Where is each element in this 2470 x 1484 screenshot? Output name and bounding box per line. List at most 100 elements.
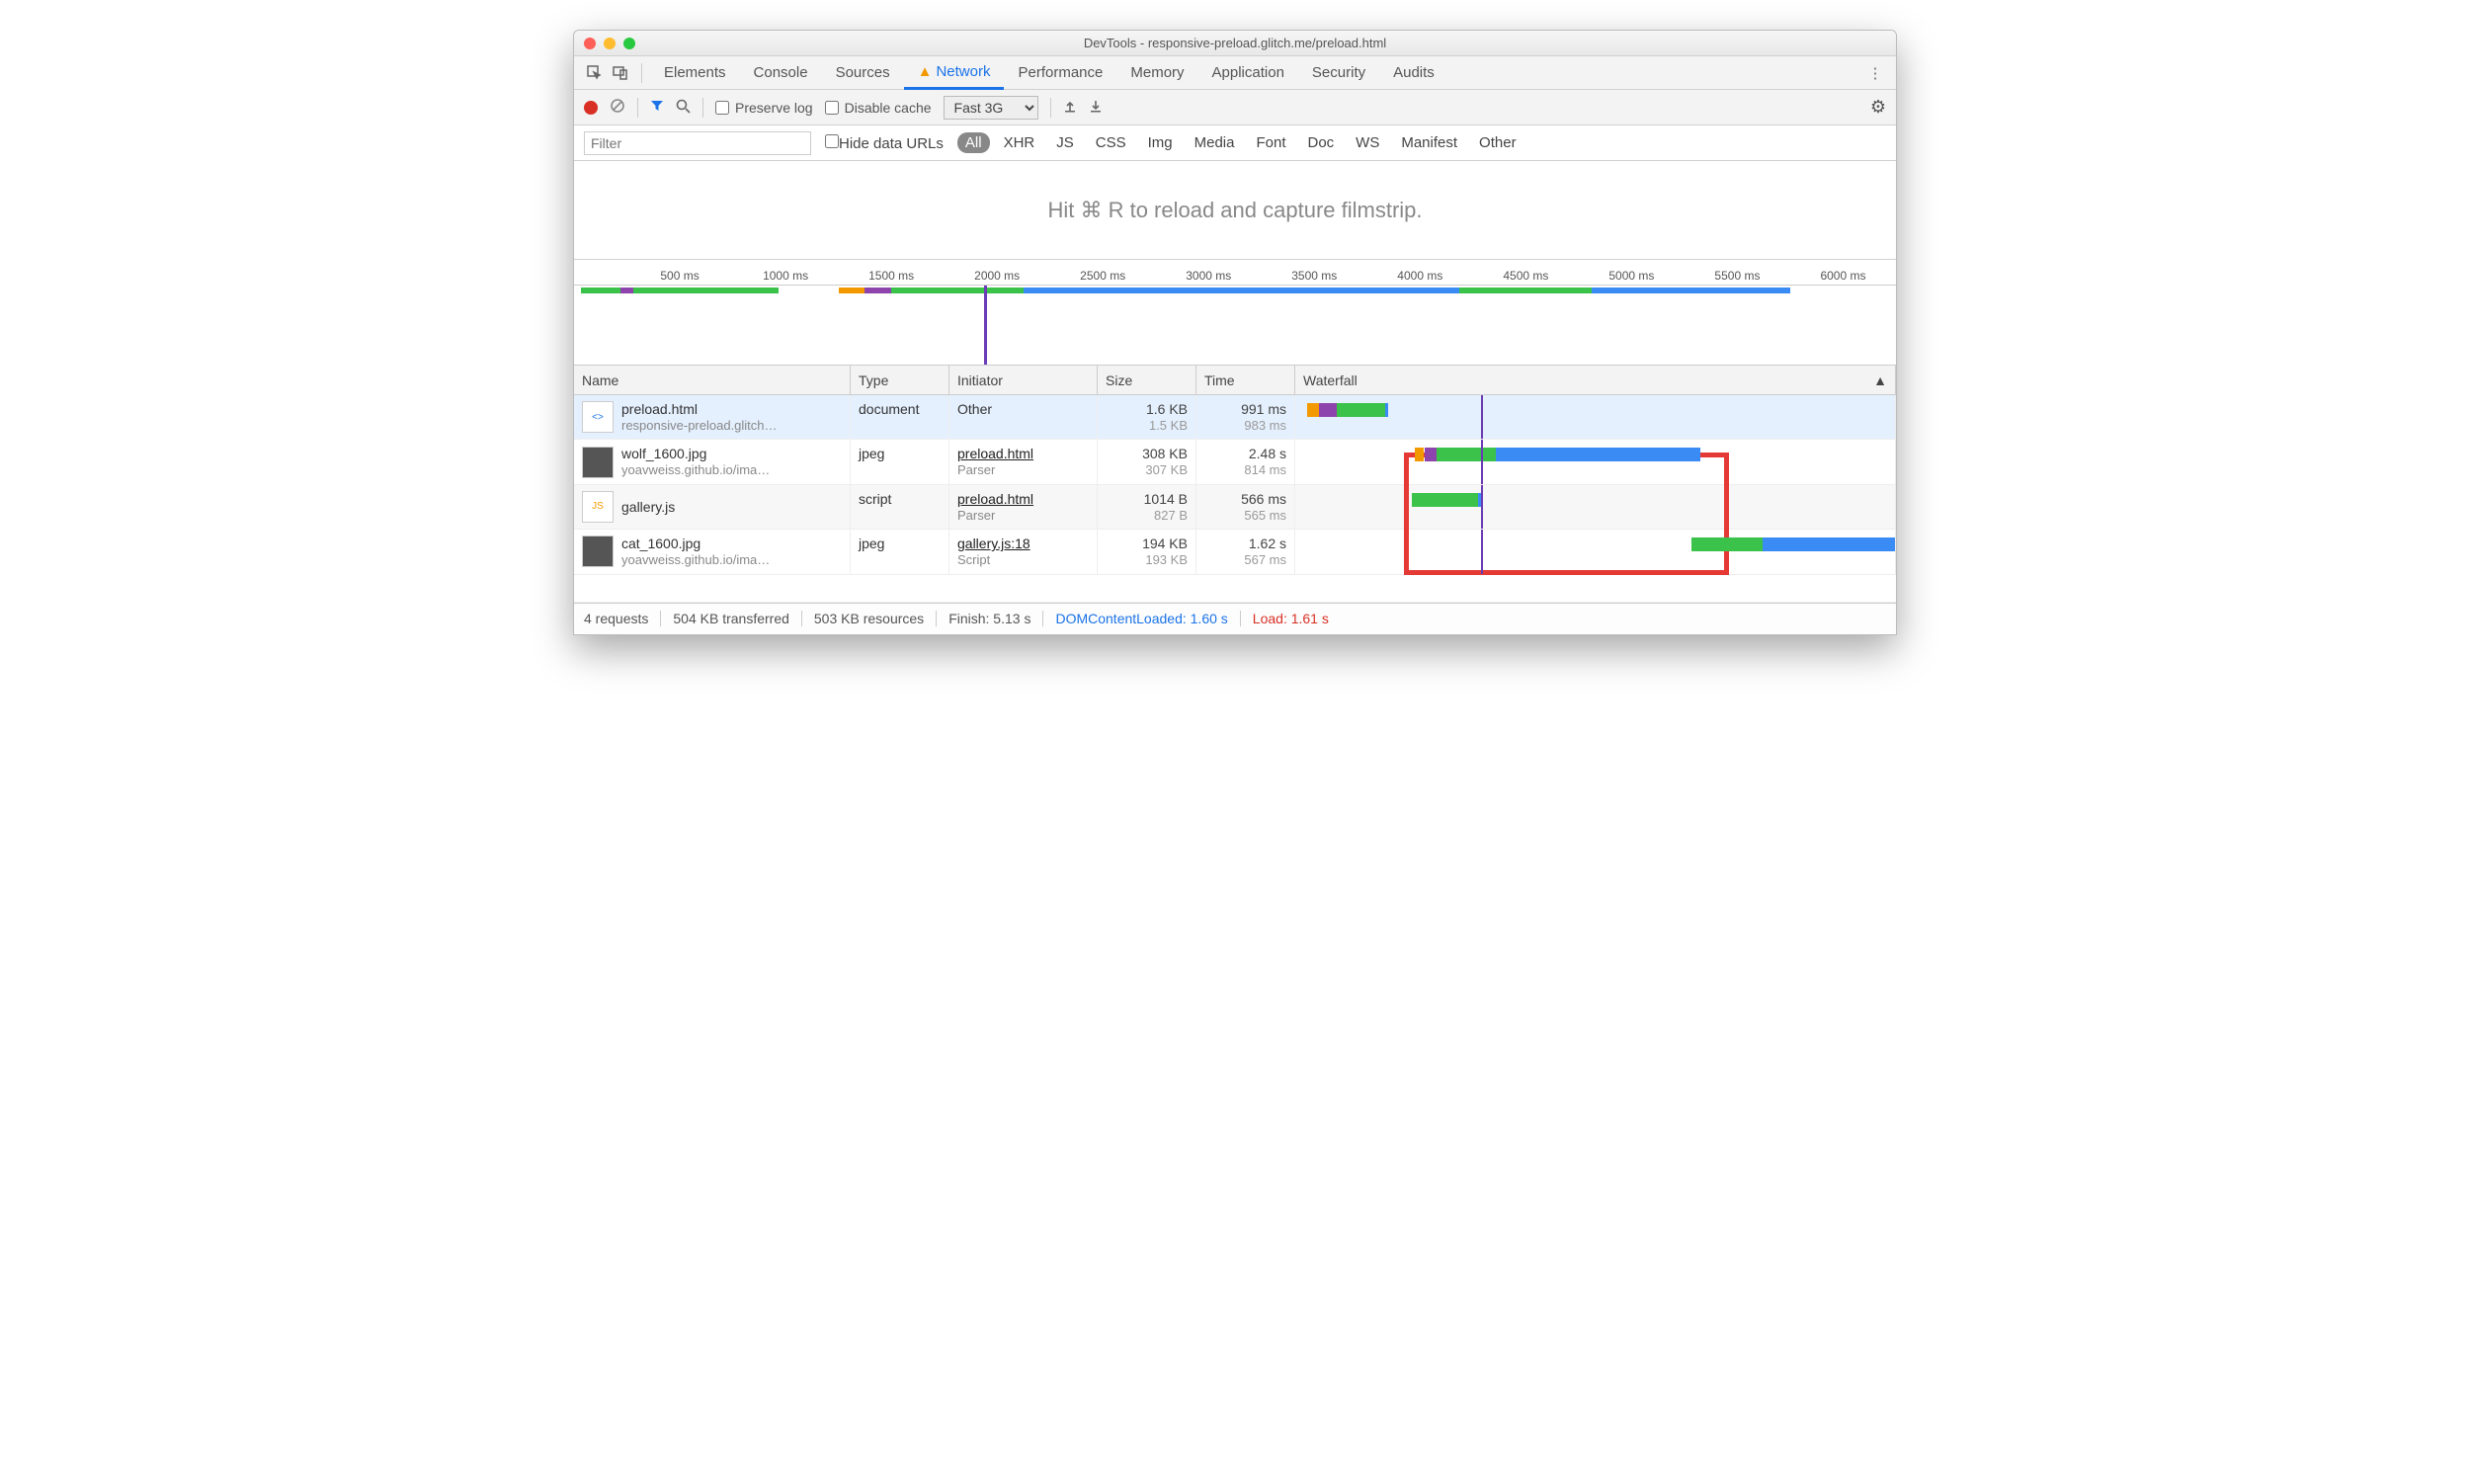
filter-type-css[interactable]: CSS xyxy=(1088,132,1134,153)
tab-network[interactable]: ▲Network xyxy=(904,56,1005,90)
col-name[interactable]: Name xyxy=(574,366,851,394)
tab-application[interactable]: Application xyxy=(1198,56,1298,89)
image-thumbnail-icon xyxy=(582,536,614,567)
status-transferred: 504 KB transferred xyxy=(673,611,802,626)
status-finish: Finish: 5.13 s xyxy=(948,611,1043,626)
filter-type-img[interactable]: Img xyxy=(1140,132,1181,153)
initiator-link[interactable]: preload.html xyxy=(957,446,1089,462)
request-size-content: 307 KB xyxy=(1106,462,1188,478)
filter-type-all[interactable]: All xyxy=(957,132,990,153)
sort-indicator-icon: ▲ xyxy=(1873,372,1887,388)
request-size: 194 KB xyxy=(1106,536,1188,552)
tab-performance[interactable]: Performance xyxy=(1004,56,1116,89)
document-icon: <> xyxy=(582,401,614,433)
js-file-icon: JS xyxy=(582,491,614,523)
request-type: jpeg xyxy=(851,530,949,573)
tab-audits[interactable]: Audits xyxy=(1379,56,1448,89)
waterfall-bar[interactable] xyxy=(1295,485,1896,529)
throttling-select[interactable]: Fast 3G xyxy=(944,96,1038,120)
col-type[interactable]: Type xyxy=(851,366,949,394)
hide-data-urls-label: Hide data URLs xyxy=(839,135,944,152)
request-latency: 567 ms xyxy=(1204,552,1286,568)
close-window-button[interactable] xyxy=(584,38,596,49)
col-initiator[interactable]: Initiator xyxy=(949,366,1098,394)
waterfall-segment xyxy=(1496,448,1699,461)
filter-type-manifest[interactable]: Manifest xyxy=(1393,132,1465,153)
request-name: wolf_1600.jpg xyxy=(621,446,770,462)
request-name: gallery.js xyxy=(621,499,675,516)
devtools-window: DevTools - responsive-preload.glitch.me/… xyxy=(573,30,1897,635)
filter-type-ws[interactable]: WS xyxy=(1348,132,1387,153)
waterfall-segment xyxy=(1691,537,1764,551)
waterfall-bar[interactable] xyxy=(1295,395,1896,439)
clear-button[interactable] xyxy=(610,98,625,117)
timeline-tick: 1500 ms xyxy=(868,269,914,283)
initiator-link[interactable]: gallery.js:18 xyxy=(957,536,1089,552)
tab-security[interactable]: Security xyxy=(1298,56,1379,89)
request-time: 566 ms xyxy=(1204,491,1286,508)
tab-console[interactable]: Console xyxy=(740,56,822,89)
status-bar: 4 requests 504 KB transferred 503 KB res… xyxy=(574,603,1896,634)
filter-type-other[interactable]: Other xyxy=(1471,132,1524,153)
filter-toggle-icon[interactable] xyxy=(650,99,664,116)
minimize-window-button[interactable] xyxy=(604,38,616,49)
timeline-overview[interactable]: 500 ms1000 ms1500 ms2000 ms2500 ms3000 m… xyxy=(574,260,1896,366)
settings-gear-icon[interactable]: ⚙ xyxy=(1870,97,1886,118)
timeline-tick: 3500 ms xyxy=(1291,269,1337,283)
image-thumbnail-icon xyxy=(582,447,614,478)
kebab-menu-icon[interactable]: ⋮ xyxy=(1862,60,1888,86)
record-button[interactable] xyxy=(584,101,598,115)
status-dcl: DOMContentLoaded: 1.60 s xyxy=(1055,611,1240,626)
filter-input[interactable] xyxy=(584,131,811,155)
request-row[interactable]: wolf_1600.jpgyoavweiss.github.io/ima…jpe… xyxy=(574,440,1896,484)
waterfall-segment xyxy=(1763,537,1895,551)
request-time: 1.62 s xyxy=(1204,536,1286,552)
status-requests: 4 requests xyxy=(584,611,661,626)
col-waterfall[interactable]: Waterfall▲ xyxy=(1295,366,1896,394)
preserve-log-checkbox[interactable]: Preserve log xyxy=(715,100,813,116)
request-row[interactable]: JSgallery.jsscriptpreload.htmlParser1014… xyxy=(574,485,1896,530)
tab-elements[interactable]: Elements xyxy=(650,56,740,89)
filter-type-media[interactable]: Media xyxy=(1187,132,1243,153)
request-size: 308 KB xyxy=(1106,446,1188,462)
window-title: DevTools - responsive-preload.glitch.me/… xyxy=(574,36,1896,50)
tab-label: Security xyxy=(1312,64,1365,81)
tab-label: Network xyxy=(936,63,990,80)
col-time[interactable]: Time xyxy=(1196,366,1295,394)
request-type: document xyxy=(851,395,949,439)
request-row[interactable]: <>preload.htmlresponsive-preload.glitch…… xyxy=(574,395,1896,440)
hide-data-urls-checkbox[interactable]: Hide data URLs xyxy=(825,134,944,152)
inspect-element-icon[interactable] xyxy=(582,60,608,86)
tab-label: Memory xyxy=(1130,64,1184,81)
initiator-link[interactable]: preload.html xyxy=(957,491,1089,508)
request-size: 1.6 KB xyxy=(1106,401,1188,418)
warning-icon: ▲ xyxy=(918,63,933,80)
filter-type-js[interactable]: JS xyxy=(1048,132,1082,153)
request-type: script xyxy=(851,485,949,529)
filter-type-doc[interactable]: Doc xyxy=(1299,132,1342,153)
search-icon[interactable] xyxy=(676,99,691,117)
tab-label: Performance xyxy=(1018,64,1103,81)
export-har-icon[interactable] xyxy=(1089,99,1103,116)
waterfall-bar[interactable] xyxy=(1295,440,1896,483)
zoom-window-button[interactable] xyxy=(623,38,635,49)
request-latency: 814 ms xyxy=(1204,462,1286,478)
request-size-content: 1.5 KB xyxy=(1106,418,1188,434)
tab-label: Sources xyxy=(836,64,890,81)
col-size[interactable]: Size xyxy=(1098,366,1196,394)
request-row[interactable]: cat_1600.jpgyoavweiss.github.io/ima…jpeg… xyxy=(574,530,1896,574)
waterfall-segment xyxy=(1437,448,1497,461)
device-toolbar-icon[interactable] xyxy=(608,60,633,86)
tab-memory[interactable]: Memory xyxy=(1116,56,1197,89)
waterfall-bar[interactable] xyxy=(1295,530,1896,573)
filter-type-xhr[interactable]: XHR xyxy=(996,132,1043,153)
timeline-tick: 3000 ms xyxy=(1186,269,1231,283)
filter-type-font[interactable]: Font xyxy=(1248,132,1293,153)
tab-sources[interactable]: Sources xyxy=(822,56,904,89)
waterfall-segment xyxy=(1385,403,1388,417)
import-har-icon[interactable] xyxy=(1063,99,1077,116)
disable-cache-checkbox[interactable]: Disable cache xyxy=(825,100,932,116)
request-latency: 983 ms xyxy=(1204,418,1286,434)
request-domain: yoavweiss.github.io/ima… xyxy=(621,462,770,478)
timeline-tick: 5000 ms xyxy=(1608,269,1654,283)
